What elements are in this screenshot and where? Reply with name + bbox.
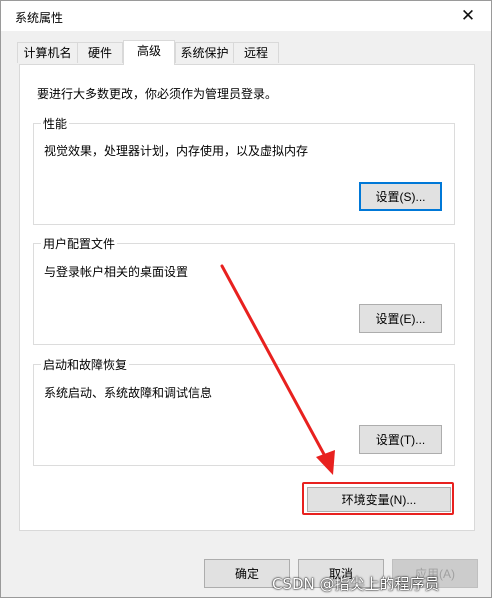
title-bar[interactable]: 系统属性 ✕ bbox=[1, 1, 491, 31]
tab-advanced[interactable]: 高级 bbox=[123, 40, 175, 65]
performance-settings-button[interactable]: 设置(S)... bbox=[359, 182, 442, 211]
startup-recovery-group-title: 启动和故障恢复 bbox=[41, 356, 130, 373]
tab-system-protection[interactable]: 系统保护 bbox=[175, 42, 234, 63]
startup-recovery-settings-button[interactable]: 设置(T)... bbox=[359, 425, 442, 454]
annotation-highlight-box bbox=[302, 482, 454, 515]
performance-group: 性能 视觉效果，处理器计划，内存使用，以及虚拟内存 设置(S)... bbox=[33, 115, 455, 225]
user-profiles-group: 用户配置文件 与登录帐户相关的桌面设置 设置(E)... bbox=[33, 235, 455, 345]
tab-computer-name[interactable]: 计算机名 bbox=[17, 42, 78, 63]
admin-notice: 要进行大多数更改，你必须作为管理员登录。 bbox=[37, 87, 278, 101]
startup-recovery-description: 系统启动、系统故障和调试信息 bbox=[44, 386, 213, 400]
performance-group-title: 性能 bbox=[41, 115, 70, 132]
csdn-watermark: CSDN @指尖上的程序员 bbox=[272, 575, 440, 593]
close-button[interactable]: ✕ bbox=[445, 1, 491, 31]
user-profiles-description: 与登录帐户相关的桌面设置 bbox=[44, 265, 189, 279]
window-title: 系统属性 bbox=[15, 11, 64, 25]
performance-description: 视觉效果，处理器计划，内存使用，以及虚拟内存 bbox=[44, 144, 309, 158]
user-profiles-group-title: 用户配置文件 bbox=[41, 235, 118, 252]
tab-hardware[interactable]: 硬件 bbox=[77, 42, 123, 63]
startup-recovery-group: 启动和故障恢复 系统启动、系统故障和调试信息 设置(T)... bbox=[33, 356, 455, 466]
tab-remote[interactable]: 远程 bbox=[233, 42, 279, 63]
close-icon: ✕ bbox=[460, 6, 476, 26]
user-profiles-settings-button[interactable]: 设置(E)... bbox=[359, 304, 442, 333]
